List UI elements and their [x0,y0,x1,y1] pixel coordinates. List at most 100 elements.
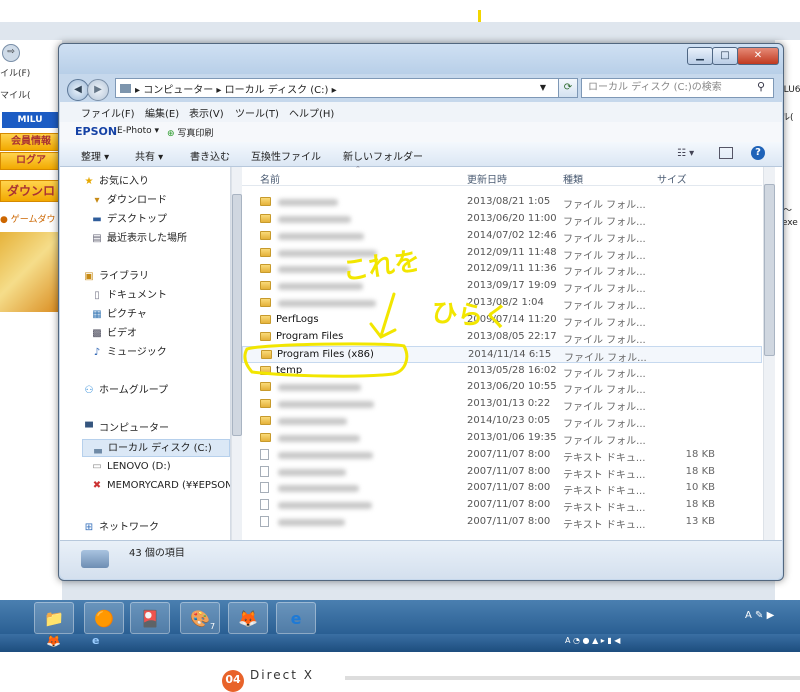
menu-view[interactable]: 表示(V) [189,105,224,120]
file-row[interactable]: 2007/11/07 8:00 テキスト ドキュ... 18 KB [242,447,762,464]
nav-local-disk-c[interactable]: ▃ ローカル ディスク (C:) [82,439,230,457]
nav-pictures-label: ピクチャ [107,309,147,320]
file-row[interactable]: 2014/07/02 12:46 ファイル フォル... [242,228,762,245]
breadcrumb-local-disk[interactable]: ローカル ディスク (C:) [225,85,329,96]
file-date: 2014/10/23 0:05 [467,415,551,427]
file-row[interactable]: 2012/09/11 11:36 ファイル フォル... [242,261,762,278]
epson-photo-menu[interactable]: E-Photo ▾ [117,126,159,136]
blurred-file-name [278,199,338,206]
file-row[interactable]: Program Files (x86) 2014/11/14 6:15 ファイル フ… [242,345,762,364]
organize-button[interactable]: 整理 ▾ [81,148,109,163]
window-titlebar[interactable] [59,44,783,74]
file-size: 10 KB [685,482,715,494]
refresh-button[interactable]: ⟳ [558,78,578,98]
game-taskbar-icon[interactable]: 🎴 [130,602,170,634]
browser-back-icon[interactable]: ⇨ [2,44,20,62]
nav-homegroup[interactable]: ⚇ ホームグループ [82,382,252,400]
menu-file[interactable]: ファイル(F) [81,105,135,120]
folder-icon [260,382,271,392]
file-row[interactable]: 2013/08/21 1:05 ファイル フォル... [242,194,762,211]
back-button[interactable]: ◀ [67,79,89,101]
nav-music-label: ミュージック [107,347,167,358]
network-drive-error-icon: ✖ [92,480,102,491]
file-row[interactable]: 2013/08/2 1:04 ファイル フォル... [242,295,762,312]
nav-lenovo-label: LENOVO (D:) [107,461,171,472]
folder-icon [260,213,271,223]
file-date: 2013/05/28 16:02 [467,364,557,376]
address-dropdown-icon[interactable]: ▼ [537,79,549,97]
nav-memorycard[interactable]: ✖ MEMORYCARD (¥¥EPSON4 [90,477,230,495]
search-icon[interactable]: ⚲ [757,80,765,93]
file-row[interactable]: Program Files 2013/08/05 22:17 ファイル フォル... [242,329,762,346]
column-size[interactable]: サイズ [657,171,687,186]
search-input[interactable]: ローカル ディスク (C:)の検索 [581,78,774,98]
text-file-icon [260,448,269,460]
nav-computer[interactable]: ▀ コンピューター [82,420,252,438]
photo-print-label: 写真印刷 [177,129,214,139]
file-row[interactable]: 2013/01/06 19:35 ファイル フォル... [242,430,762,447]
file-row[interactable]: 2007/11/07 8:00 テキスト ドキュ... 18 KB [242,464,762,481]
game-download-link[interactable]: ● ゲームダウ [0,212,55,225]
file-type: ファイル フォル... [563,267,646,279]
file-row[interactable]: 2013/01/13 0:22 ファイル フォル... [242,396,762,413]
file-row[interactable]: 2007/11/07 8:00 テキスト ドキュ... 13 KB [242,514,762,531]
address-bar[interactable]: ▸ コンピューター ▸ ローカル ディスク (C:) ▸ [115,78,570,98]
menu-help[interactable]: ヘルプ(H) [289,105,334,120]
homegroup-icon: ⚇ [84,385,94,396]
nav-network[interactable]: ⊞ ネットワーク [82,519,252,537]
file-type: ファイル フォル... [563,419,646,431]
breadcrumb-computer[interactable]: コンピューター [143,85,213,96]
burn-button[interactable]: 書き込む [190,148,230,163]
file-row[interactable]: 2013/06/20 10:55 ファイル フォル... [242,379,762,396]
view-options-icon[interactable]: ☷ ▾ [677,148,694,159]
app-taskbar-icon[interactable]: 🟠 [84,602,124,634]
column-name[interactable]: 名前 [260,171,280,186]
explorer-taskbar-icon[interactable]: 📁 [34,602,74,634]
nav-documents-label: ドキュメント [107,290,167,301]
minimize-button[interactable]: ▁ [687,47,713,65]
ie-taskbar-icon[interactable]: e [276,602,316,634]
file-row[interactable]: 2007/11/07 8:00 テキスト ドキュ... 10 KB [242,480,762,497]
file-row[interactable]: PerfLogs 2009/07/14 11:20 ファイル フォル... [242,312,762,329]
taskbar2-firefox-icon[interactable]: 🦊 [46,634,61,648]
file-row[interactable]: 2014/10/23 0:05 ファイル フォル... [242,413,762,430]
file-row[interactable]: 2013/09/17 19:09 ファイル フォル... [242,278,762,295]
login-button[interactable]: ログア [0,152,62,170]
column-type[interactable]: 種類 [563,171,583,186]
firefox-taskbar-icon[interactable]: 🦊 [228,602,268,634]
download-button[interactable]: ダウンロ [0,180,62,202]
tray-area: A ✎ ▶ [745,610,775,621]
nav-videos-label: ビデオ [107,328,137,339]
menu-edit[interactable]: 編集(E) [145,105,179,120]
desktop-top [0,0,800,22]
file-type: テキスト ドキュ... [563,469,646,481]
folder-icon [260,197,271,206]
file-name: Program Files [276,330,344,342]
share-button[interactable]: 共有 ▾ [135,148,163,163]
photo-print-button[interactable]: ⊕ 写真印刷 [167,126,213,139]
column-date[interactable]: 更新日時 [467,171,507,186]
new-folder-button[interactable]: 新しいフォルダー [343,148,423,163]
close-button[interactable]: ✕ [737,47,779,65]
compat-files-button[interactable]: 互換性ファイル [251,148,321,163]
blurred-file-name [278,266,350,274]
forward-button[interactable]: ▶ [87,79,109,101]
help-icon[interactable]: ? [751,146,765,160]
blurred-file-name [278,451,373,459]
nav-scroll-thumb[interactable] [232,194,242,436]
address-path: ▸ コンピューター ▸ ローカル ディスク (C:) ▸ [135,84,337,96]
preview-pane-icon[interactable] [719,147,733,159]
maximize-button[interactable]: □ [712,47,738,65]
file-row[interactable]: temp 2013/05/28 16:02 ファイル フォル... [242,363,762,380]
file-scroll-thumb[interactable] [764,184,775,356]
file-row[interactable]: 2013/06/20 11:00 ファイル フォル... [242,211,762,228]
taskbar2-ie-icon[interactable]: e [92,634,99,647]
member-info-button[interactable]: 会員情報 [0,133,62,151]
blurred-file-name [278,215,351,223]
menu-tools[interactable]: ツール(T) [235,105,279,120]
file-row[interactable]: 2007/11/07 8:00 テキスト ドキュ... 18 KB [242,497,762,514]
nav-favorites[interactable]: ★ お気に入り [82,173,252,191]
file-date: 2014/11/14 6:15 [468,348,552,360]
file-row[interactable]: 2012/09/11 11:48 ファイル フォル... [242,245,762,262]
nav-libraries[interactable]: ▣ ライブラリ [82,268,252,286]
